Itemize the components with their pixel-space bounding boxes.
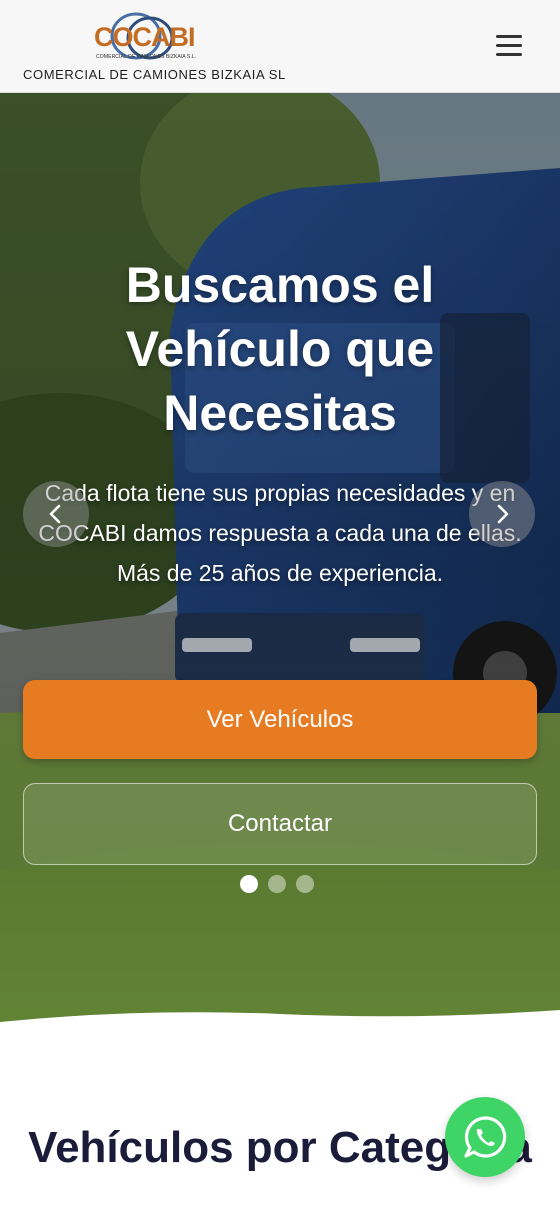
cocabi-logo[interactable]: COCABI COMERCIAL DE CAMIONES BIZKAIA S.L… [92,8,202,66]
whatsapp-icon [464,1116,507,1158]
carousel-indicators [240,874,314,894]
carousel-next-button[interactable] [469,481,535,547]
contact-button[interactable]: Contactar [23,783,537,865]
carousel-prev-button[interactable] [23,481,89,547]
carousel-dot-2[interactable] [268,875,286,893]
hero-bottom-wave [0,1010,560,1030]
hero-title: Buscamos el Vehículo que Necesitas [125,257,435,441]
site-header: COCABI COMERCIAL DE CAMIONES BIZKAIA S.L… [0,0,560,93]
hero-carousel: Buscamos el Vehículo que Necesitas Cada … [0,93,560,1030]
carousel-dot-1[interactable] [240,875,258,893]
chevron-right-icon [497,504,509,524]
whatsapp-button[interactable] [445,1097,525,1177]
svg-text:COMERCIAL DE CAMIONES BIZKAIA: COMERCIAL DE CAMIONES BIZKAIA S.L. [96,54,196,60]
hero-subtitle: Cada flota tiene sus propias necesidades… [38,480,522,586]
hamburger-menu-icon[interactable] [496,33,524,57]
svg-text:COCABI: COCABI [94,22,195,52]
view-vehicles-button[interactable]: Ver Vehículos [23,680,537,759]
company-name: COMERCIAL DE CAMIONES BIZKAIA SL [23,67,286,82]
chevron-left-icon [49,504,61,524]
carousel-dot-3[interactable] [296,875,314,893]
